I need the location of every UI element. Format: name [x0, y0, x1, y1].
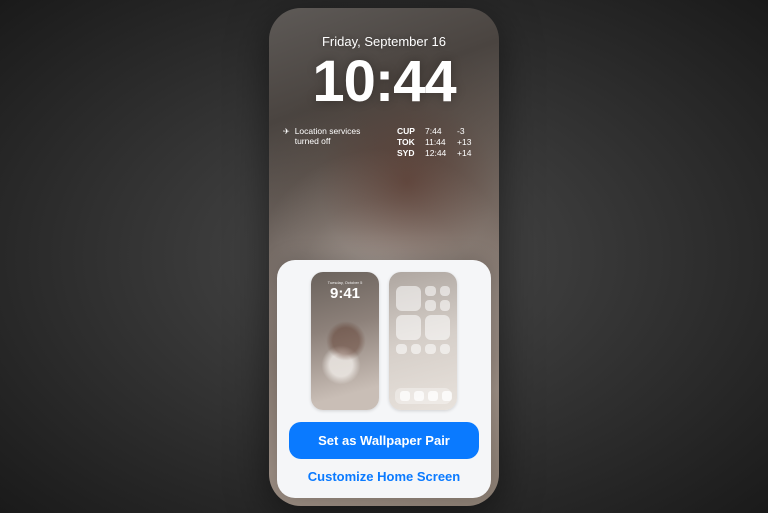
hs-widget-icon — [396, 286, 421, 311]
wc-offset: +13 — [457, 137, 477, 147]
hs-app-icon — [440, 286, 451, 297]
wc-time: 12:44 — [425, 148, 451, 158]
world-clock-row: SYD 12:44 +14 — [397, 148, 477, 158]
phone-frame: Friday, September 16 10:44 ✈ Location se… — [269, 8, 499, 506]
preview-row: Tuesday, October 5 9:41 — [311, 272, 457, 410]
homescreen-dock — [395, 388, 451, 404]
wc-offset: -3 — [457, 126, 477, 136]
dock-app-icon — [400, 391, 410, 401]
preview-homescreen[interactable] — [389, 272, 457, 410]
wc-city: TOK — [397, 137, 419, 147]
set-wallpaper-pair-button[interactable]: Set as Wallpaper Pair — [289, 422, 479, 459]
hs-app-icon — [425, 300, 436, 311]
world-clock-widget[interactable]: CUP 7:44 -3 TOK 11:44 +13 SYD 12:44 +14 — [397, 126, 477, 158]
location-widget[interactable]: ✈ Location services turned off — [283, 126, 367, 147]
widget-row: ✈ Location services turned off CUP 7:44 … — [283, 126, 485, 158]
hs-app-icon — [440, 344, 451, 355]
hs-widget-icon — [396, 315, 421, 340]
world-clock-row: TOK 11:44 +13 — [397, 137, 477, 147]
wc-city: SYD — [397, 148, 419, 158]
wallpaper-sheet: Tuesday, October 5 9:41 — [277, 260, 491, 498]
location-off-icon: ✈ — [283, 127, 290, 147]
hs-app-icon — [425, 344, 436, 355]
preview-lockscreen[interactable]: Tuesday, October 5 9:41 — [311, 272, 379, 410]
wc-offset: +14 — [457, 148, 477, 158]
wc-time: 11:44 — [425, 137, 451, 147]
world-clock-row: CUP 7:44 -3 — [397, 126, 477, 136]
wc-time: 7:44 — [425, 126, 451, 136]
homescreen-grid — [396, 286, 450, 355]
lockscreen-time[interactable]: 10:44 — [269, 48, 499, 115]
hs-app-icon — [396, 344, 407, 355]
location-widget-text: Location services turned off — [295, 126, 367, 147]
dock-app-icon — [442, 391, 452, 401]
preview-time: 9:41 — [311, 285, 379, 302]
hs-widget-icon — [425, 315, 450, 340]
dock-app-icon — [414, 391, 424, 401]
wc-city: CUP — [397, 126, 419, 136]
customize-home-screen-button[interactable]: Customize Home Screen — [308, 469, 460, 484]
lockscreen-date[interactable]: Friday, September 16 — [269, 34, 499, 49]
dock-app-icon — [428, 391, 438, 401]
hs-app-icon — [440, 300, 451, 311]
hs-app-icon — [411, 344, 422, 355]
hs-app-icon — [425, 286, 436, 297]
